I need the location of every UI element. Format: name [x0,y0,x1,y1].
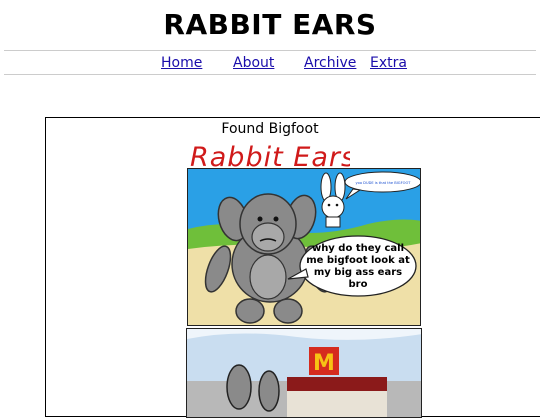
header-divider-top [4,50,536,51]
svg-text:why do they call: why do they call [312,243,404,254]
svg-text:bro: bro [349,279,368,290]
nav-about-link[interactable]: About [233,55,274,71]
nav-home-link[interactable]: Home [161,55,202,71]
site-title: RABBIT EARS [163,8,377,41]
comic-panel-1: yoo DUDE is that the BIGFOOT why do they… [187,168,421,326]
comic-logo: Rabbit Ears [190,142,350,171]
svg-text:me bigfoot look at: me bigfoot look at [306,255,410,266]
svg-text:my big ass ears: my big ass ears [314,267,402,278]
header-divider-bottom [4,74,536,75]
mcdonalds-sign: M [309,347,339,376]
svg-text:yoo DUDE is that the BIGFOOT: yoo DUDE is that the BIGFOOT [356,181,412,185]
nav-archive-link[interactable]: Archive [304,55,356,71]
comic-logo-text: Rabbit Ears [190,142,350,171]
main-nav: Home About Archive Extra [0,55,540,73]
svg-text:M: M [313,351,335,376]
nav-extra-link[interactable]: Extra [370,55,407,71]
comic-title: Found Bigfoot [221,121,319,137]
